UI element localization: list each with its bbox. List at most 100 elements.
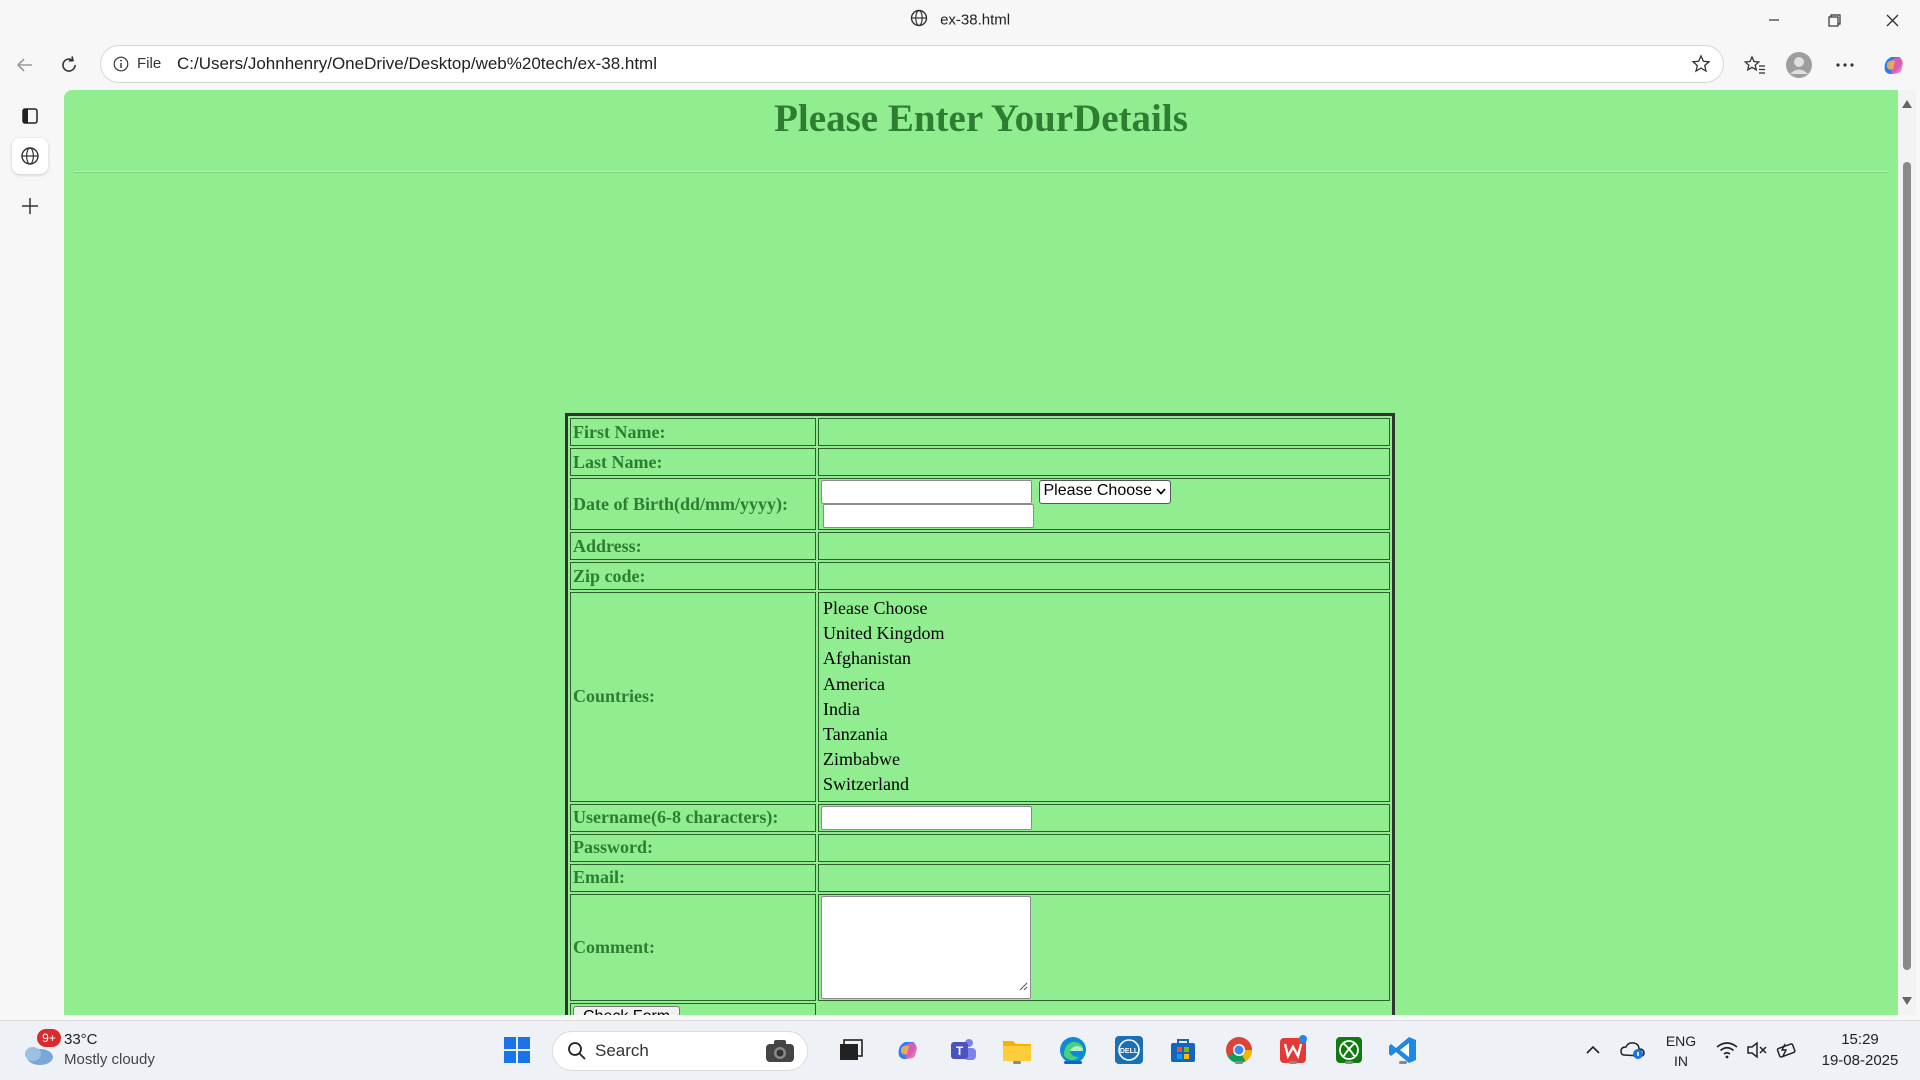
username-cell: [818, 803, 1390, 832]
xbox-button[interactable]: [1332, 1033, 1366, 1067]
current-tab-button[interactable]: [12, 138, 48, 174]
restore-button[interactable]: [1806, 0, 1862, 40]
scroll-up-arrow-icon[interactable]: [1902, 100, 1912, 108]
globe-icon: [21, 147, 39, 165]
country-option[interactable]: Tanzania: [823, 722, 1385, 747]
empty-cell: [818, 1003, 1390, 1015]
page-viewport: Please Enter YourDetails First Name: Las…: [64, 90, 1898, 1015]
volume-button[interactable]: [1740, 1033, 1774, 1067]
page-heading: Please Enter YourDetails: [774, 97, 1188, 140]
start-button[interactable]: [500, 1033, 534, 1067]
language-indicator[interactable]: ENG: [1664, 1033, 1698, 1049]
favorite-star-icon[interactable]: [1691, 54, 1711, 79]
site-info-icon[interactable]: [113, 56, 129, 77]
address-field[interactable]: [818, 532, 1390, 560]
chevron-down-icon: [1156, 482, 1166, 500]
details-form-table: First Name: Last Name: Date of Birth(dd/…: [565, 413, 1395, 1015]
windows-taskbar: 9+ 33°C Mostly cloudy Search T DELL ENG …: [0, 1020, 1920, 1080]
wifi-icon: [1716, 1042, 1738, 1059]
password-field[interactable]: [818, 833, 1390, 862]
teams-button[interactable]: T: [946, 1033, 980, 1067]
dell-button[interactable]: DELL: [1112, 1033, 1146, 1067]
email-label: Email:: [570, 863, 816, 892]
copilot-taskbar-button[interactable]: [890, 1033, 924, 1067]
zip-label: Zip code:: [570, 562, 816, 590]
country-option[interactable]: Afghanistan: [823, 646, 1385, 671]
scroll-down-arrow-icon[interactable]: [1902, 997, 1912, 1005]
tab-actions-button[interactable]: [12, 98, 48, 134]
weather-widget[interactable]: 9+: [20, 1029, 61, 1069]
country-option[interactable]: America: [823, 672, 1385, 697]
search-label: Search: [595, 1041, 649, 1060]
svg-text:DELL: DELL: [1120, 1048, 1139, 1055]
file-explorer-button[interactable]: [1000, 1033, 1034, 1067]
window-title-area: ex-38.html: [0, 9, 1920, 31]
region-indicator[interactable]: IN: [1664, 1053, 1698, 1069]
country-option[interactable]: India: [823, 697, 1385, 722]
more-menu-button[interactable]: [1828, 48, 1862, 82]
taskbar-search[interactable]: Search: [552, 1031, 808, 1071]
address-row: Address:: [570, 532, 1390, 560]
restore-icon: [1827, 13, 1841, 27]
dob-day-input[interactable]: [821, 480, 1032, 504]
new-tab-button[interactable]: [12, 188, 48, 224]
folder-icon: [1003, 1041, 1031, 1061]
zip-field[interactable]: [818, 562, 1390, 590]
first-name-field[interactable]: [818, 418, 1390, 446]
onedrive-status-button[interactable]: [1616, 1033, 1650, 1067]
copilot-button[interactable]: [1876, 48, 1910, 82]
windows-logo-icon: [504, 1037, 530, 1063]
running-indicator: [1289, 1061, 1297, 1064]
wifi-button[interactable]: [1710, 1033, 1744, 1067]
country-option[interactable]: Switzerland: [823, 772, 1385, 797]
store-icon: [1171, 1039, 1195, 1062]
active-indicator: [1064, 1061, 1082, 1064]
window-title: ex-38.html: [940, 11, 1011, 29]
back-button[interactable]: [8, 48, 42, 82]
url-text[interactable]: C:/Users/Johnhenry/OneDrive/Desktop/web%…: [177, 54, 657, 74]
resize-grip-icon[interactable]: [1019, 975, 1028, 996]
scroll-thumb[interactable]: [1903, 162, 1911, 970]
country-option[interactable]: Please Choose: [823, 596, 1385, 621]
dob-label: Date of Birth(dd/mm/yyyy):: [570, 478, 816, 530]
minimize-button[interactable]: [1746, 0, 1802, 40]
clock-date[interactable]: 19-08-2025: [1812, 1052, 1908, 1069]
email-field[interactable]: [818, 863, 1390, 892]
close-button[interactable]: [1864, 0, 1920, 40]
country-option[interactable]: United Kingdom: [823, 621, 1385, 646]
country-option[interactable]: Zimbabwe: [823, 747, 1385, 772]
refresh-button[interactable]: [52, 48, 86, 82]
battery-button[interactable]: [1770, 1033, 1804, 1067]
check-form-button[interactable]: Check Form: [573, 1006, 681, 1015]
comment-textarea[interactable]: [821, 895, 1031, 999]
username-input[interactable]: [821, 805, 1032, 830]
dell-icon: DELL: [1115, 1036, 1143, 1064]
title-bar: ex-38.html: [0, 0, 1920, 40]
avatar-icon: [1786, 52, 1812, 78]
onedrive-icon: [1620, 1042, 1645, 1059]
favorites-button[interactable]: [1738, 48, 1772, 82]
vertical-scrollbar[interactable]: [1898, 90, 1916, 1015]
clock-time[interactable]: 15:29: [1812, 1031, 1908, 1048]
show-hidden-icons-button[interactable]: [1576, 1033, 1610, 1067]
dob-month-select[interactable]: Please Choose: [1038, 480, 1172, 504]
protocol-label: File: [137, 55, 162, 72]
wps-office-button[interactable]: [1276, 1033, 1310, 1067]
dob-year-input[interactable]: [823, 504, 1034, 528]
store-button[interactable]: [1166, 1033, 1200, 1067]
favorites-icon: [1744, 55, 1765, 74]
tabs-icon: [22, 108, 38, 124]
profile-button[interactable]: [1782, 48, 1816, 82]
countries-listbox[interactable]: Please Choose United Kingdom Afghanistan…: [818, 592, 1390, 802]
address-label: Address:: [570, 532, 816, 560]
address-bar[interactable]: File C:/Users/Johnhenry/OneDrive/Desktop…: [100, 45, 1724, 83]
last-name-field[interactable]: [818, 448, 1390, 476]
task-view-button[interactable]: [834, 1033, 868, 1067]
vscode-button[interactable]: [1386, 1033, 1420, 1067]
minimize-icon: [1769, 19, 1779, 21]
browser-sidebar: [0, 90, 62, 1020]
chrome-button[interactable]: [1222, 1033, 1256, 1067]
first-name-row: First Name:: [570, 418, 1390, 446]
username-label: Username(6-8 characters):: [570, 803, 816, 832]
edge-button[interactable]: [1056, 1033, 1090, 1067]
